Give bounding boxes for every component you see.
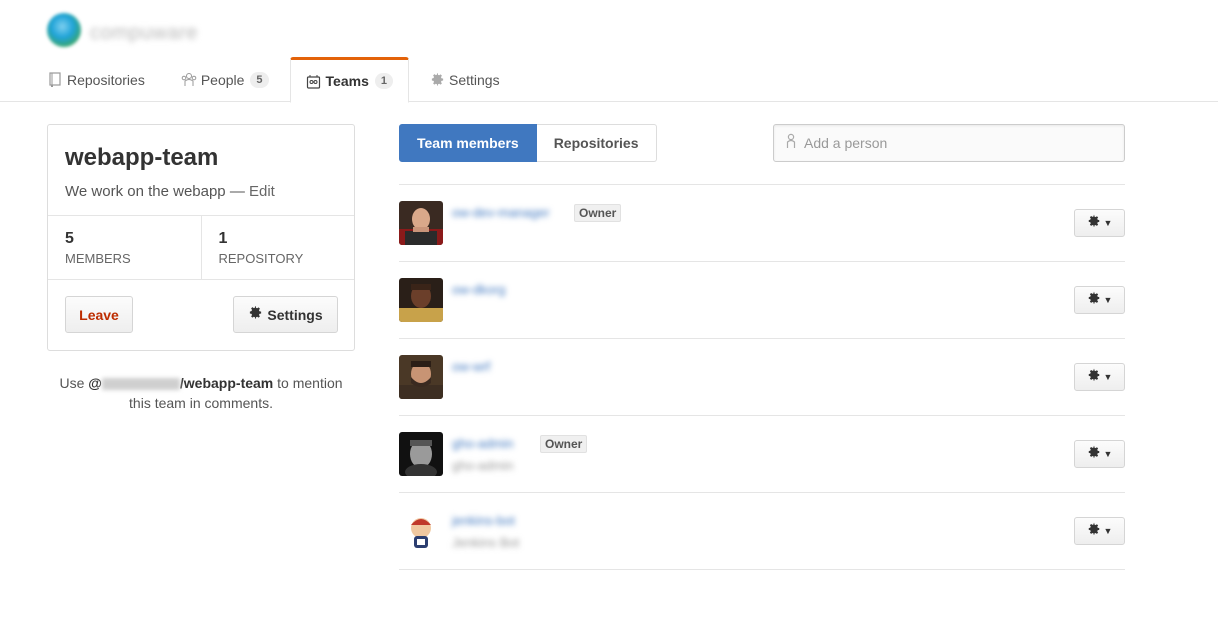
- gear-icon: [1087, 445, 1101, 463]
- tab-label: Settings: [449, 71, 500, 88]
- team-members-list: ow-dev-manager Owner ▼ ow-dkorg ▼ ow-wrf…: [399, 184, 1125, 570]
- gear-icon: [1087, 522, 1101, 540]
- members-count: 5: [65, 230, 74, 247]
- blurred-org-name: [101, 378, 180, 391]
- member-row: ow-wrf ▼: [399, 339, 1125, 416]
- teams-count-badge: 1: [374, 73, 393, 89]
- gear-icon: [429, 72, 445, 88]
- repositories-count: 1: [218, 230, 228, 247]
- team-description: We work on the webapp — Edit: [65, 183, 275, 200]
- members-stat[interactable]: 5 MEMBERS: [48, 216, 201, 279]
- chevron-down-icon: ▼: [1103, 218, 1113, 228]
- org-tabs: Repositories People 5 Teams 1 Settings: [47, 57, 536, 103]
- owner-badge: Owner: [574, 204, 622, 222]
- member-row: gho-admin Owner gho-admin ▼: [399, 416, 1125, 493]
- mention-prefix: Use: [59, 375, 85, 391]
- avatar[interactable]: [399, 432, 443, 476]
- mention-suffix-line2: this team in comments.: [129, 395, 273, 411]
- avatar[interactable]: [399, 355, 443, 399]
- add-person-field[interactable]: [773, 124, 1125, 162]
- chevron-down-icon: ▼: [1103, 526, 1113, 536]
- member-settings-button[interactable]: ▼: [1074, 517, 1125, 545]
- gear-icon: [1087, 214, 1101, 232]
- teams-icon: [306, 73, 322, 89]
- team-settings-label: Settings: [267, 306, 323, 323]
- member-settings-button[interactable]: ▼: [1074, 209, 1125, 237]
- member-login[interactable]: ow-dev-manager: [452, 205, 550, 220]
- edit-description-link[interactable]: Edit: [249, 183, 275, 200]
- tab-label: Repositories: [67, 71, 145, 88]
- separator: —: [229, 183, 249, 200]
- tab-repositories[interactable]: Repositories: [47, 57, 145, 102]
- person-icon: [786, 133, 796, 153]
- repositories-stat[interactable]: 1 REPOSITORY: [200, 216, 355, 279]
- member-fullname: Jenkins Bot: [452, 535, 520, 550]
- member-login[interactable]: ow-dkorg: [452, 282, 505, 297]
- gear-icon: [248, 305, 263, 324]
- people-icon: [181, 72, 197, 88]
- member-fullname: gho-admin: [452, 458, 514, 473]
- tab-team-members[interactable]: Team members: [399, 124, 537, 162]
- tab-label: Teams: [325, 73, 369, 89]
- repo-icon: [47, 72, 63, 88]
- chevron-down-icon: ▼: [1103, 449, 1113, 459]
- mention-suffix: to mention: [277, 375, 343, 391]
- org-header: compuware Repositories People 5 Teams 1: [0, 0, 1218, 103]
- avatar[interactable]: [399, 278, 443, 322]
- owner-badge: Owner: [540, 435, 588, 453]
- avatar[interactable]: [399, 509, 443, 553]
- org-name[interactable]: compuware: [90, 22, 198, 45]
- tab-team-repositories[interactable]: Repositories: [536, 124, 657, 162]
- member-settings-button[interactable]: ▼: [1074, 440, 1125, 468]
- team-summary-box: webapp-team We work on the webapp — Edit…: [47, 124, 355, 351]
- member-row: ow-dev-manager Owner ▼: [399, 185, 1125, 262]
- tab-settings[interactable]: Settings: [429, 57, 500, 102]
- avatar[interactable]: [399, 201, 443, 245]
- team-stats: 5 MEMBERS 1 REPOSITORY: [48, 215, 354, 280]
- chevron-down-icon: ▼: [1103, 372, 1113, 382]
- team-view-toggle: Team members Repositories: [399, 124, 657, 162]
- mention-handle: /webapp-team: [179, 375, 274, 391]
- repositories-label: REPOSITORY: [218, 251, 304, 266]
- members-label: MEMBERS: [65, 251, 131, 266]
- tab-people[interactable]: People 5: [181, 57, 269, 102]
- team-name: webapp-team: [65, 144, 219, 171]
- add-person-input[interactable]: [804, 135, 1104, 151]
- member-login[interactable]: ow-wrf: [452, 359, 490, 374]
- team-settings-button[interactable]: Settings: [233, 296, 338, 333]
- gear-icon: [1087, 291, 1101, 309]
- member-settings-button[interactable]: ▼: [1074, 363, 1125, 391]
- team-description-text: We work on the webapp: [65, 183, 226, 200]
- member-settings-button[interactable]: ▼: [1074, 286, 1125, 314]
- member-row: jenkins-bot Jenkins Bot ▼: [399, 493, 1125, 570]
- member-row: ow-dkorg ▼: [399, 262, 1125, 339]
- member-login[interactable]: gho-admin: [452, 436, 513, 451]
- tab-label: People: [200, 71, 245, 88]
- member-login[interactable]: jenkins-bot: [452, 513, 515, 528]
- org-logo[interactable]: [47, 13, 81, 47]
- mention-hint: Use @ /webapp-team to mention this team i…: [47, 373, 355, 413]
- chevron-down-icon: ▼: [1103, 295, 1113, 305]
- mention-at: @: [88, 375, 102, 391]
- leave-team-button[interactable]: Leave: [65, 296, 133, 333]
- tab-teams[interactable]: Teams 1: [289, 57, 409, 103]
- gear-icon: [1087, 368, 1101, 386]
- people-count-badge: 5: [250, 71, 269, 88]
